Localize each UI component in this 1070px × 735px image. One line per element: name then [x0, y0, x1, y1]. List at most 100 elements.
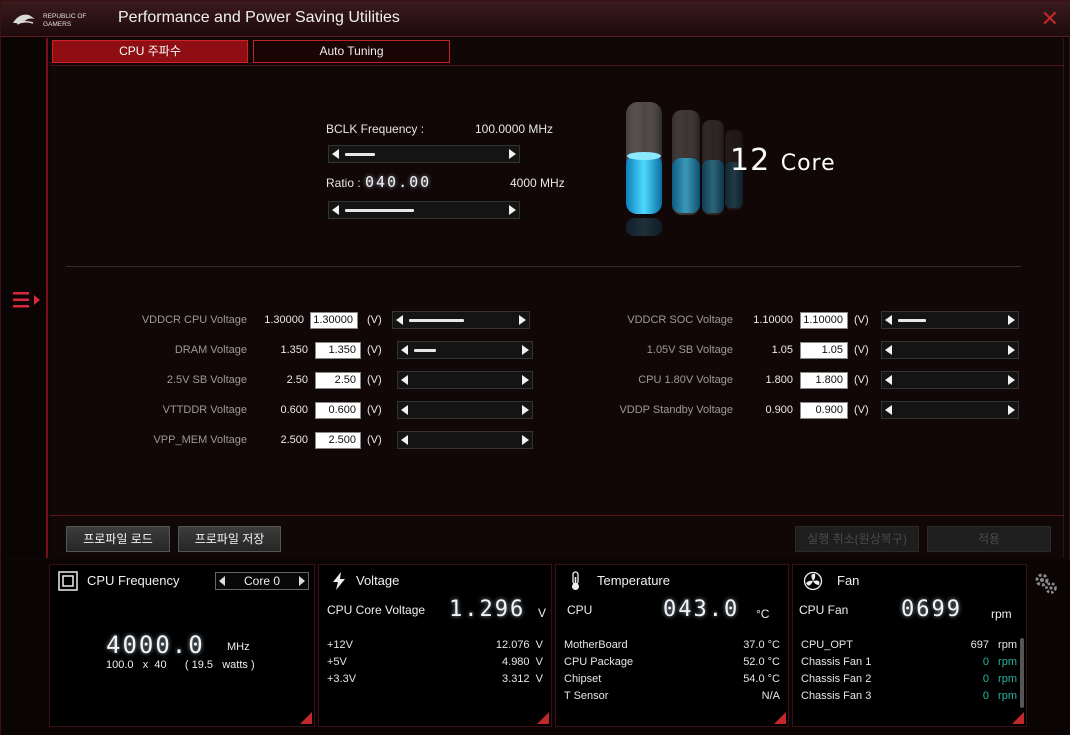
- voltage-input[interactable]: 1.800: [800, 372, 848, 389]
- reading-row: CPU_OPT 697 rpm: [801, 639, 1017, 656]
- apply-button[interactable]: 적용: [927, 526, 1051, 552]
- slider-increase-icon[interactable]: [509, 149, 516, 159]
- temperature-panel: Temperature CPU 043.0 °C MotherBoard 37.0…: [555, 564, 789, 727]
- reading-label: MotherBoard: [564, 639, 628, 651]
- reading-unit: rpm: [998, 639, 1017, 651]
- voltage-name: VPP_MEM Voltage: [153, 434, 247, 446]
- reading-value: 52.0 °C: [743, 656, 780, 668]
- slider-increase-icon[interactable]: [1008, 405, 1015, 415]
- reading-value: 0: [982, 673, 989, 685]
- slider-thumb[interactable]: [345, 209, 414, 212]
- reading-unit: rpm: [998, 656, 1017, 668]
- slider-decrease-icon[interactable]: [885, 345, 892, 355]
- load-profile-button[interactable]: 프로파일 로드: [66, 526, 170, 552]
- slider-decrease-icon[interactable]: [885, 375, 892, 385]
- voltage-unit: (V): [367, 374, 382, 386]
- core-count: 12 Core: [730, 143, 836, 178]
- panel-expand-icon[interactable]: [774, 712, 786, 724]
- panel-expand-icon[interactable]: [537, 712, 549, 724]
- voltage-input[interactable]: 1.05: [800, 342, 848, 359]
- gear-icon[interactable]: [1033, 571, 1059, 597]
- slider-thumb[interactable]: [898, 319, 926, 322]
- voltage-title: Voltage: [356, 573, 400, 588]
- slider-increase-icon[interactable]: [522, 405, 529, 415]
- slider-increase-icon[interactable]: [522, 435, 529, 445]
- tab-cpu-frequency[interactable]: CPU 주파수: [52, 40, 248, 63]
- voltage-current-value: 2.500: [280, 434, 308, 446]
- voltage-input[interactable]: 0.600: [315, 402, 361, 419]
- tab-auto-tuning[interactable]: Auto Tuning: [253, 40, 450, 63]
- close-icon[interactable]: ✕: [1041, 7, 1059, 32]
- menu-toggle-icon[interactable]: [13, 290, 43, 310]
- voltage-input[interactable]: 1.30000: [310, 312, 358, 329]
- select-prev-icon[interactable]: [219, 576, 225, 586]
- slider-decrease-icon[interactable]: [396, 315, 403, 325]
- slider-decrease-icon[interactable]: [401, 375, 408, 385]
- voltage-slider[interactable]: [881, 371, 1019, 389]
- voltage-slider[interactable]: [881, 341, 1019, 359]
- voltage-slider[interactable]: [881, 311, 1019, 329]
- core-select[interactable]: Core 0: [215, 572, 309, 590]
- voltage-slider[interactable]: [397, 341, 533, 359]
- cpu-frequency-title: CPU Frequency: [87, 573, 180, 588]
- slider-decrease-icon[interactable]: [332, 149, 339, 159]
- slider-increase-icon[interactable]: [509, 205, 516, 215]
- slider-increase-icon[interactable]: [1008, 375, 1015, 385]
- slider-increase-icon[interactable]: [1008, 345, 1015, 355]
- voltage-input[interactable]: 1.10000: [800, 312, 848, 329]
- slider-increase-icon[interactable]: [519, 315, 526, 325]
- bclk-slider[interactable]: [328, 145, 520, 163]
- cpu-fan-label: CPU Fan: [799, 603, 849, 617]
- core-voltage-unit: V: [538, 606, 547, 620]
- reading-label: T Sensor: [564, 690, 609, 702]
- slider-thumb[interactable]: [345, 153, 375, 156]
- undo-button[interactable]: 실행 취소(원상복구): [795, 526, 919, 552]
- temperature-title: Temperature: [597, 573, 670, 588]
- cpu-frequency-unit: MHz: [227, 641, 250, 653]
- voltage-current-value: 1.350: [280, 344, 308, 356]
- voltage-name: 2.5V SB Voltage: [166, 374, 247, 386]
- core-select-value: Core 0: [243, 574, 281, 588]
- slider-increase-icon[interactable]: [1008, 315, 1015, 325]
- slider-decrease-icon[interactable]: [401, 435, 408, 445]
- slider-decrease-icon[interactable]: [885, 315, 892, 325]
- slider-thumb[interactable]: [409, 319, 464, 322]
- panel-expand-icon[interactable]: [300, 712, 312, 724]
- slider-decrease-icon[interactable]: [401, 405, 408, 415]
- cpu-temp-value: 043.0: [663, 597, 740, 622]
- times-sign: x: [142, 659, 149, 671]
- voltage-input[interactable]: 2.500: [315, 432, 361, 449]
- slider-decrease-icon[interactable]: [885, 405, 892, 415]
- slider-decrease-icon[interactable]: [332, 205, 339, 215]
- select-next-icon[interactable]: [299, 576, 305, 586]
- fan-scrollbar[interactable]: [1020, 638, 1024, 708]
- voltage-input[interactable]: 0.900: [800, 402, 848, 419]
- slider-increase-icon[interactable]: [522, 345, 529, 355]
- fan-readings: CPU_OPT 697 rpm Chassis Fan 1 0 rpm Chassis Fa…: [801, 639, 1017, 707]
- save-profile-button[interactable]: 프로파일 저장: [178, 526, 281, 552]
- voltage-unit: (V): [367, 314, 382, 326]
- bclk-readout: 100.0: [106, 659, 134, 671]
- reading-value: N/A: [761, 690, 780, 702]
- voltage-current-value: 0.900: [765, 404, 793, 416]
- slider-increase-icon[interactable]: [522, 375, 529, 385]
- title-bar: REPUBLIC OF GAMERS Performance and Power…: [1, 1, 1070, 37]
- ratio-slider[interactable]: [328, 201, 520, 219]
- slider-thumb[interactable]: [414, 349, 436, 352]
- voltage-slider[interactable]: [397, 431, 533, 449]
- voltage-slider[interactable]: [397, 371, 533, 389]
- panel-expand-icon[interactable]: [1012, 712, 1024, 724]
- voltage-slider[interactable]: [397, 401, 533, 419]
- reading-row: Chipset 54.0 °C: [564, 673, 780, 690]
- voltage-slider[interactable]: [392, 311, 530, 329]
- reading-row: MotherBoard 37.0 °C: [564, 639, 780, 656]
- reading-label: +5V: [327, 656, 347, 668]
- reading-row: Chassis Fan 3 0 rpm: [801, 690, 1017, 707]
- reading-value: 4.980 V: [502, 656, 543, 668]
- voltage-slider[interactable]: [881, 401, 1019, 419]
- slider-decrease-icon[interactable]: [401, 345, 408, 355]
- reading-value: 3.312 V: [502, 673, 543, 685]
- voltage-input[interactable]: 2.50: [315, 372, 361, 389]
- tab-divider: [50, 65, 1064, 66]
- voltage-input[interactable]: 1.350: [315, 342, 361, 359]
